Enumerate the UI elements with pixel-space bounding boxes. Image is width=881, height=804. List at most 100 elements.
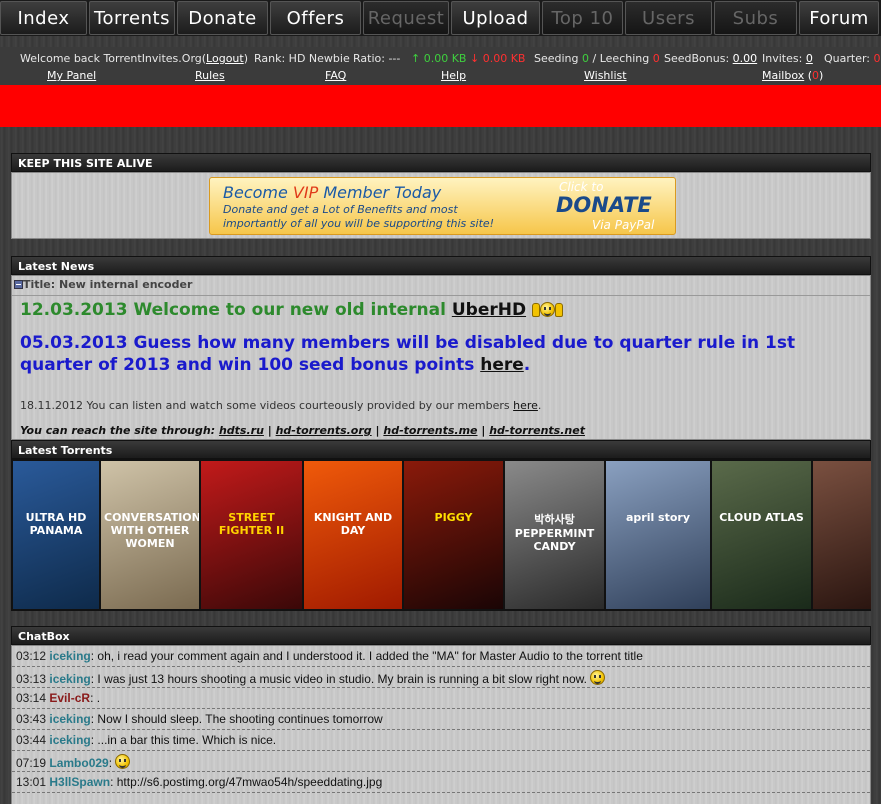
mailbox-count: 0 bbox=[812, 69, 820, 82]
donate-label: DONATE bbox=[556, 193, 652, 217]
poster-title: CLOUD ATLAS bbox=[719, 511, 804, 524]
chat-time: 07:19 bbox=[16, 756, 47, 770]
donate-banner[interactable]: Become VIP Member Today Donate and get a… bbox=[209, 177, 676, 235]
quarter: Quarter: 0 bbox=[824, 52, 881, 65]
seedbonus-link[interactable]: 0.00 bbox=[733, 52, 758, 65]
vip-word: VIP bbox=[292, 183, 319, 202]
user-bar: Welcome back TorrentInvites.Org(Logout) … bbox=[0, 47, 881, 85]
poster-title: 박하사탕 PEPPERMINT CANDY bbox=[514, 513, 595, 553]
help-link[interactable]: Help bbox=[441, 69, 466, 82]
nav-tab-index[interactable]: Index bbox=[0, 1, 87, 35]
quarter-rule-link[interactable]: here bbox=[480, 355, 524, 375]
poster-title: ULTRA HD PANAMA bbox=[25, 511, 87, 537]
chat-message: 03:13 iceking: I was just 13 hours shoot… bbox=[12, 667, 870, 688]
torrent-poster[interactable]: CONVERSATION(S) WITH OTHER WOMEN bbox=[101, 461, 199, 609]
chatbox-header: ChatBox bbox=[11, 626, 871, 645]
download-amount: ↓ 0.00 KB bbox=[470, 52, 526, 65]
chat-time: 03:13 bbox=[16, 672, 47, 686]
via-paypal-label: Via PayPal bbox=[592, 218, 655, 232]
poster-title: KNIGHT AND DAY bbox=[313, 511, 393, 537]
chat-username[interactable]: Lambo029 bbox=[49, 756, 108, 770]
smiley-icon bbox=[590, 670, 606, 685]
torrent-poster[interactable] bbox=[813, 461, 871, 609]
news-item-1-text: 12.03.2013 Welcome to our new old intern… bbox=[20, 300, 452, 320]
seedbonus-label: SeedBonus: bbox=[664, 52, 730, 65]
leeching-value: 0 bbox=[652, 52, 660, 65]
faq-link[interactable]: FAQ bbox=[325, 69, 346, 82]
news-item-3-end: . bbox=[537, 399, 542, 412]
nav-tab-forum[interactable]: Forum bbox=[799, 1, 879, 35]
news-header: Latest News bbox=[11, 256, 871, 275]
uberhd-link[interactable]: UberHD bbox=[452, 300, 526, 320]
link-separator: | bbox=[477, 424, 490, 437]
torrent-poster[interactable]: ULTRA HD PANAMA bbox=[13, 461, 99, 609]
nav-tab-donate[interactable]: Donate bbox=[177, 1, 268, 35]
mirror-sites-label: You can reach the site through: bbox=[20, 424, 219, 437]
chat-message: 03:43 iceking: Now I should sleep. The s… bbox=[12, 709, 870, 730]
poster-title: april story bbox=[625, 511, 691, 524]
chat-username[interactable]: iceking bbox=[49, 733, 90, 747]
chat-username[interactable]: iceking bbox=[49, 672, 90, 686]
quarter-label: Quarter: bbox=[824, 52, 871, 65]
torrent-poster[interactable]: 박하사탕 PEPPERMINT CANDY bbox=[505, 461, 604, 609]
invites-link[interactable]: 0 bbox=[806, 52, 813, 65]
red-banner bbox=[0, 85, 881, 127]
nav-tab-torrents[interactable]: Torrents bbox=[89, 1, 175, 35]
rank-text: Rank: HD Newbie bbox=[254, 52, 350, 65]
news-item-2: 05.03.2013 Guess how many members will b… bbox=[20, 332, 840, 376]
mirror-link[interactable]: hd-torrents.me bbox=[383, 424, 477, 437]
torrent-poster[interactable]: april story bbox=[606, 461, 710, 609]
seedbonus: SeedBonus: 0.00 bbox=[664, 52, 757, 65]
leeching-label: / Leeching bbox=[592, 52, 650, 65]
smiley-icon bbox=[540, 302, 555, 317]
news-panel: Latest News Title: New internal encoder … bbox=[11, 256, 871, 440]
mirror-link[interactable]: hd-torrents.org bbox=[276, 424, 372, 437]
chat-message: 13:01 H3llSpawn: http://s6.postimg.org/4… bbox=[12, 772, 870, 793]
invites: Invites: 0 bbox=[762, 52, 813, 65]
nav-tab-upload[interactable]: Upload bbox=[451, 1, 540, 35]
latest-torrents-header: Latest Torrents bbox=[11, 440, 871, 459]
chat-messages: 03:12 iceking: oh, i read your comment a… bbox=[11, 645, 871, 804]
my-panel-link[interactable]: My Panel bbox=[47, 69, 96, 82]
news-title: Title: New internal encoder bbox=[23, 278, 193, 291]
rules-link[interactable]: Rules bbox=[195, 69, 225, 82]
link-separator: | bbox=[263, 424, 276, 437]
mirror-link[interactable]: hd-torrents.net bbox=[489, 424, 585, 437]
nav-tab-request[interactable]: Request bbox=[363, 1, 449, 35]
link-separator: | bbox=[371, 424, 384, 437]
upload-amount: ↑ 0.00 KB bbox=[411, 52, 467, 65]
nav-tab-users[interactable]: Users bbox=[625, 1, 712, 35]
news-item-3-text: 18.11.2012 You can listen and watch some… bbox=[20, 399, 514, 412]
chat-username[interactable]: H3llSpawn bbox=[49, 775, 110, 789]
news-item-2-text: 05.03.2013 Guess how many members will b… bbox=[20, 333, 796, 375]
chat-text: ...in a bar this time. Which is nice. bbox=[97, 733, 277, 747]
chat-text: http://s6.postimg.org/47mwao54h/speeddat… bbox=[116, 775, 383, 789]
mirror-link[interactable]: hdts.ru bbox=[219, 424, 264, 437]
logout-link[interactable]: Logout bbox=[206, 52, 244, 65]
collapse-icon[interactable] bbox=[14, 280, 23, 289]
vip-prefix: Become bbox=[223, 183, 293, 202]
news-item-1: 12.03.2013 Welcome to our new old intern… bbox=[20, 300, 563, 320]
torrent-poster[interactable]: CLOUD ATLAS bbox=[712, 461, 811, 609]
chat-time: 13:01 bbox=[16, 775, 47, 789]
chat-username[interactable]: Evil-cR bbox=[49, 691, 90, 705]
seeding-value: 0 bbox=[582, 52, 590, 65]
chat-username[interactable]: iceking bbox=[49, 712, 90, 726]
torrent-posters-strip: ULTRA HD PANAMA CONVERSATION(S) WITH OTHE… bbox=[11, 459, 871, 611]
invites-label: Invites: bbox=[762, 52, 803, 65]
click-to-label: Click to bbox=[559, 180, 604, 194]
seeding-leeching: Seeding 0 / Leeching 0 bbox=[534, 52, 660, 65]
chat-username[interactable]: iceking bbox=[49, 649, 90, 663]
thumbs-up-icon bbox=[555, 303, 563, 317]
chat-message: 03:12 iceking: oh, i read your comment a… bbox=[12, 646, 870, 667]
wishlist-link[interactable]: Wishlist bbox=[584, 69, 627, 82]
nav-tab-top-10[interactable]: Top 10 bbox=[542, 1, 623, 35]
torrent-poster[interactable]: KNIGHT AND DAY bbox=[304, 461, 402, 609]
mailbox-link[interactable]: Mailbox bbox=[762, 69, 804, 82]
torrent-poster[interactable]: STREET FIGHTER II bbox=[201, 461, 302, 609]
torrent-poster[interactable]: PIGGY bbox=[404, 461, 503, 609]
nav-tab-subs[interactable]: Subs bbox=[714, 1, 797, 35]
nav-tab-offers[interactable]: Offers bbox=[270, 1, 361, 35]
quarter-value: 0 bbox=[873, 52, 881, 65]
videos-link[interactable]: here bbox=[513, 399, 538, 412]
